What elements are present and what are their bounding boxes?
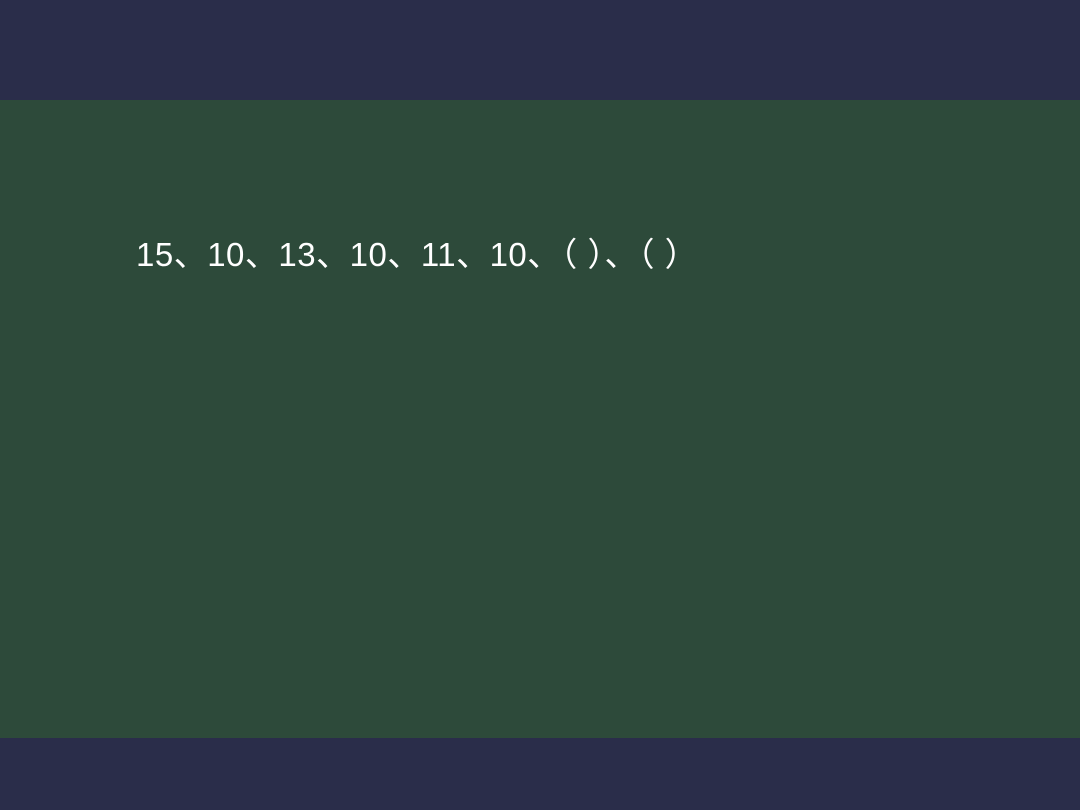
slide-content: 15、10、13、10、11、10、（ ）、（ ） [0,100,1080,738]
sequence-text: 15、10、13、10、11、10、（ ）、（ ） [136,228,698,276]
